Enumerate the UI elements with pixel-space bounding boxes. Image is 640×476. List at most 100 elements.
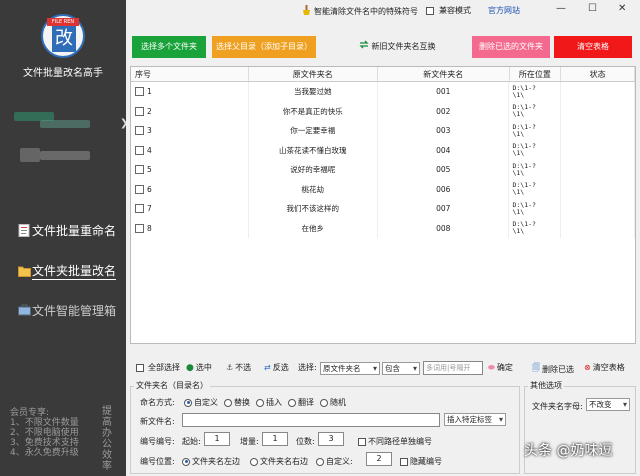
row-checkbox[interactable] [135, 87, 144, 97]
naming-group-label: 文件夹名（目录名） [134, 380, 210, 391]
table-row[interactable]: 6 桃花劫 006 D:\1-? \1\ [131, 179, 635, 199]
invert-button[interactable]: ⇄ 反选 [264, 362, 289, 373]
check-icon: ● [186, 362, 194, 373]
row-checkbox[interactable] [135, 184, 144, 194]
blurred-info [20, 148, 40, 162]
benefit-line: 会员专享: [10, 408, 50, 418]
swap-names-button[interactable]: 新旧文件夹名互换 [352, 36, 442, 58]
nav-label: 文件批量重命名 [32, 224, 117, 238]
unselect-label: 不选 [235, 363, 252, 372]
table-header: 序号 原文件夹名 新文件夹名 所在位置 状态 [131, 67, 635, 82]
row-checkbox[interactable] [135, 223, 144, 233]
numbering-label: 编号编号: [140, 437, 175, 446]
row-checkbox[interactable] [135, 204, 144, 214]
benefit-line: 3、免费技术支持 [10, 438, 79, 448]
select-all-checkbox[interactable]: 全部选择 [136, 362, 180, 373]
swap-label: 新旧文件夹名互换 [371, 42, 436, 51]
smart-clear-button[interactable]: 智能清除文件名中的特殊符号 [302, 5, 418, 17]
col-orig[interactable]: 原文件夹名 [249, 67, 379, 81]
col-new[interactable]: 新文件夹名 [378, 67, 510, 81]
maximize-icon[interactable]: ☐ [588, 3, 597, 14]
compat-mode-checkbox[interactable]: 兼容模式 [426, 5, 471, 16]
official-site-link[interactable]: 官方网站 [488, 5, 520, 16]
other-options-label: 其他选项 [528, 380, 564, 391]
select-button[interactable]: ● 选中 [186, 362, 212, 373]
col-no[interactable]: 序号 [131, 67, 249, 81]
pos-custom-input[interactable]: 2 [366, 452, 392, 466]
logo-char: 改 [52, 26, 76, 52]
table-row[interactable]: 1 当我娶过她 001 D:\1-? \1\ [131, 82, 635, 102]
pattern-input[interactable]: 多词用|号隔开 [423, 361, 483, 375]
delete-selected-label: 删除已选 [542, 364, 574, 374]
digits-input[interactable]: 3 [318, 432, 344, 446]
radio [316, 457, 324, 466]
col-status[interactable]: 状态 [561, 67, 635, 81]
new-name-cell: 003 [378, 121, 510, 141]
match-select[interactable]: 包含 [382, 362, 420, 375]
start-input[interactable]: 1 [204, 432, 230, 446]
status-cell [561, 140, 635, 160]
table-row[interactable]: 8 在他乡 008 D:\1-? \1\ [131, 218, 635, 238]
pos-right-radio[interactable]: 文件夹名右边 [250, 456, 308, 467]
close-icon[interactable]: ✕ [618, 3, 626, 14]
invert-label: 反选 [272, 363, 289, 372]
table-row[interactable]: 3 你一定要幸福 003 D:\1-? \1\ [131, 121, 635, 141]
mode-random-radio[interactable]: 随机 [320, 397, 346, 408]
separate-numbering-checkbox[interactable]: 不同路径单独编号 [358, 436, 432, 447]
table-row[interactable]: 7 我们不该这样的 007 D:\1-? \1\ [131, 199, 635, 219]
pos-left-radio[interactable]: 文件夹名左边 [182, 456, 240, 467]
select-multiple-folders-button[interactable]: 选择多个文件夹 [132, 36, 206, 58]
mode-translate-radio[interactable]: 翻译 [288, 397, 314, 408]
watermark: 头条 @奶味逗 [524, 443, 613, 459]
field-select[interactable]: 原文件夹名 [320, 362, 380, 375]
minimize-icon[interactable]: — [556, 3, 566, 14]
confirm-button[interactable]: ⬬ 确定 [488, 362, 513, 373]
table-row[interactable]: 2 你不是真正的快乐 002 D:\1-? \1\ [131, 101, 635, 121]
status-cell [561, 101, 635, 121]
row-checkbox[interactable] [135, 165, 144, 175]
status-cell [561, 160, 635, 180]
row-checkbox[interactable] [135, 126, 144, 136]
new-name-input[interactable] [182, 413, 440, 427]
pos-custom-label: 自定义: [326, 457, 353, 466]
clear-table-label: 清空表格 [592, 363, 625, 372]
row-checkbox[interactable] [135, 145, 144, 155]
row-checkbox[interactable] [135, 106, 144, 116]
radio [224, 398, 232, 407]
new-name-cell: 004 [378, 140, 510, 160]
mode-label: 命名方式: [140, 398, 175, 407]
delete-selected-folders-button[interactable]: 删除已选的文件夹 [472, 36, 550, 58]
select-parent-dir-button[interactable]: 选择父目录（添加子目录） [212, 36, 316, 58]
new-name-cell: 001 [378, 82, 510, 102]
nav-folder-rename[interactable]: 文件夹批量改名 [18, 262, 117, 280]
insert-tag-select[interactable]: 插入特定标签 [444, 413, 506, 426]
col-location[interactable]: 所在位置 [510, 67, 562, 81]
checkbox [426, 6, 434, 15]
mode-option-label: 翻译 [298, 398, 314, 407]
location-cell: D:\1-? \1\ [509, 218, 562, 238]
clear-table-button[interactable]: 清空表格 [554, 36, 632, 58]
orig-name-cell: 说好的幸福呢 [249, 160, 379, 180]
orig-name-cell: 在他乡 [249, 218, 379, 238]
row-number: 7 [147, 204, 152, 214]
unselect-button[interactable]: ⚓ 不选 [226, 362, 251, 373]
orig-name-cell: 你一定要幸福 [249, 121, 379, 141]
anchor-icon: ⚓ [226, 363, 234, 372]
table-row[interactable]: 5 说好的幸福呢 005 D:\1-? \1\ [131, 160, 635, 180]
case-select[interactable]: 不改变 [586, 398, 630, 411]
pos-custom-radio[interactable]: 自定义: [316, 456, 353, 467]
mode-option-label: 替换 [234, 398, 250, 407]
nav-file-rename[interactable]: 文件批量重命名 [18, 222, 116, 239]
new-name-cell: 005 [378, 160, 510, 180]
step-input[interactable]: 1 [262, 432, 288, 446]
nav-file-manager[interactable]: 文件智能管理箱 [18, 302, 116, 319]
mode-replace-radio[interactable]: 替换 [224, 397, 250, 408]
table-row[interactable]: 4 山茶花读不懂白玫瑰 004 D:\1-? \1\ [131, 140, 635, 160]
mode-custom-radio[interactable]: 自定义 [184, 397, 218, 408]
delete-selected-button[interactable]: 🗐 删除已选 [532, 362, 574, 376]
checkbox [136, 363, 144, 372]
hide-numbering-checkbox[interactable]: 隐藏编号 [400, 456, 442, 467]
row-number: 3 [147, 126, 152, 136]
mode-insert-radio[interactable]: 插入 [256, 397, 282, 408]
clear-table-small-button[interactable]: ⊗ 清空表格 [584, 362, 625, 373]
